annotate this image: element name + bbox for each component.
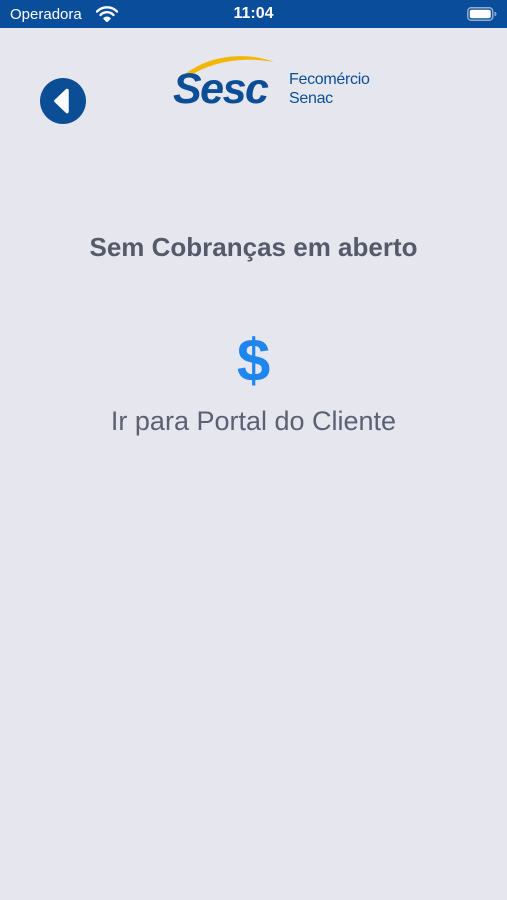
status-bar: Operadora 11:04 [0,0,507,28]
dollar-icon: $ [236,327,271,394]
logo-name: Sesc [173,65,269,113]
status-time: 11:04 [233,5,274,22]
logo-fecomercio: Fecomércio [289,71,370,88]
back-button[interactable] [40,78,86,124]
chevron-left-icon [54,88,69,114]
sesc-logo: Sesc Fecomércio Senac [170,52,384,114]
portal-cliente-link[interactable]: $ Ir para Portal do Cliente [90,325,417,445]
logo-senac: Senac [289,90,333,107]
portal-link-label: Ir para Portal do Cliente [110,406,397,436]
battery-icon [467,7,497,21]
page-title: Sem Cobranças em aberto [89,232,418,262]
